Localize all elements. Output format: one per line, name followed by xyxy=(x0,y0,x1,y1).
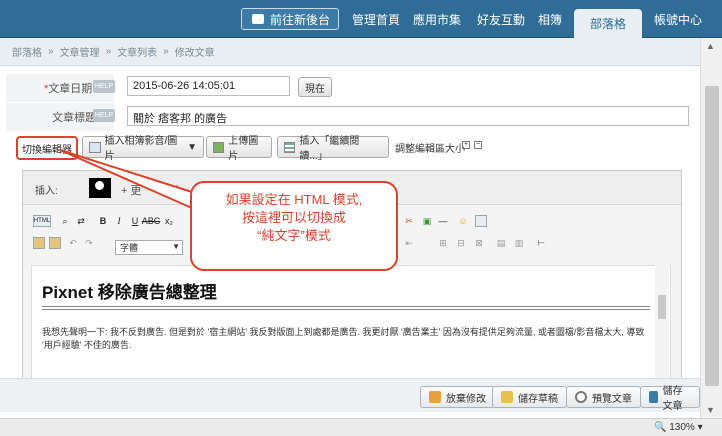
callout-box: 如果設定在 HTML 模式, 按這裡可以切換成 “純文字”模式 xyxy=(190,181,398,271)
save-draft-label: 儲存草稿 xyxy=(518,393,558,405)
action-bar: 放棄修改 儲存草稿 預覽文章 儲存文章 xyxy=(0,378,700,412)
content-paragraph: 我想先聲明一下: 我不反對廣告. 但是對於 '宿主網站' 我反對版面上到處都是廣… xyxy=(42,327,645,350)
callout-arrow xyxy=(59,149,193,210)
callout-pointer xyxy=(59,149,194,210)
scroll-down-icon[interactable]: ▼ xyxy=(706,405,715,415)
anchor-icon[interactable]: ⊢ xyxy=(535,237,547,249)
nav-link-friends[interactable]: 好友互動 xyxy=(477,11,525,28)
date-field[interactable]: 2015-06-26 14:05:01 xyxy=(127,76,290,96)
backend-icon xyxy=(252,14,264,24)
date-label-text: 文章日期 xyxy=(48,83,93,95)
callout-line-3: “純文字”模式 xyxy=(257,228,331,243)
now-button[interactable]: 現在 xyxy=(298,77,332,97)
unlink-icon[interactable]: ✂ xyxy=(403,215,415,227)
editor-content-area[interactable]: Pixnet 移除廣告總整理 我想先聲明一下: 我不反對廣告. 但是對於 '宿主… xyxy=(31,265,671,383)
go-new-backend-button[interactable]: 前往新後台 xyxy=(241,8,339,30)
table-merge-icon[interactable]: ▤ xyxy=(495,237,507,249)
save-draft-button[interactable]: 儲存草稿 xyxy=(492,386,567,408)
shrink-editor-icon[interactable]: − xyxy=(474,141,482,149)
upload-image-button[interactable]: 上傳圖片 xyxy=(206,136,272,162)
content-divider xyxy=(42,309,650,310)
top-nav: 前往新後台 管理首頁 應用市集 好友互動 相簿 部落格 帳號中心 xyxy=(0,0,722,38)
redo-icon[interactable]: ↷ xyxy=(83,237,95,249)
nav-tab-blog[interactable]: 部落格 xyxy=(574,9,642,38)
table-split-icon[interactable]: ▥ xyxy=(513,237,525,249)
title-label: 文章標題 xyxy=(52,112,96,124)
breadcrumb-separator-icon: » xyxy=(163,46,169,57)
save-disk-icon xyxy=(649,391,658,403)
breadcrumb-current: 修改文章 xyxy=(174,48,215,59)
discard-changes-button[interactable]: 放棄修改 xyxy=(420,386,495,408)
page-scrollbar[interactable]: ▲ ▼ xyxy=(700,38,722,418)
nav-link-album[interactable]: 相簿 xyxy=(538,11,562,28)
insert-read-more-button[interactable]: 插入「繼續閱讀...」 xyxy=(277,136,389,162)
breadcrumb-item[interactable]: 文章列表 xyxy=(117,44,157,59)
media-icon[interactable] xyxy=(475,215,487,227)
nav-link-admin-home[interactable]: 管理首頁 xyxy=(352,11,400,28)
scrollbar-thumb[interactable] xyxy=(705,86,719,386)
discard-label: 放棄修改 xyxy=(446,393,486,405)
image-upload-icon xyxy=(213,141,225,153)
undo-icon[interactable]: ↶ xyxy=(67,237,79,249)
title-help-icon[interactable]: HELP xyxy=(93,109,115,122)
discard-icon xyxy=(429,391,441,403)
upload-image-label: 上傳圖片 xyxy=(228,136,259,162)
read-more-icon xyxy=(284,141,296,153)
breadcrumb-separator-icon: » xyxy=(105,46,112,57)
content-title: Pixnet 移除廣告總整理 xyxy=(42,283,217,302)
table-insert-icon[interactable]: ⊞ xyxy=(437,237,449,249)
go-new-backend-label: 前往新後台 xyxy=(270,12,331,27)
outdent-icon[interactable]: ⇤ xyxy=(403,237,415,249)
editor-scrollbar[interactable] xyxy=(655,265,669,383)
insert-image-icon[interactable]: ▣ xyxy=(421,215,433,227)
font-family-select[interactable]: 字體 ▼ xyxy=(115,240,183,255)
magnifier-icon xyxy=(575,391,587,403)
chevron-down-icon: ▼ xyxy=(172,242,180,251)
editor-scrollbar-thumb[interactable] xyxy=(658,295,666,319)
scroll-up-icon[interactable]: ▲ xyxy=(706,41,715,51)
horizontal-rule-icon[interactable]: — xyxy=(437,215,449,227)
table-row-icon[interactable]: ⊟ xyxy=(455,237,467,249)
adjust-editor-size-label: 調整編輯區大小 xyxy=(395,144,465,155)
emoticon-icon[interactable]: ☺ xyxy=(457,215,469,227)
preview-button[interactable]: 預覽文章 xyxy=(566,386,641,408)
table-col-icon[interactable]: ⊠ xyxy=(473,237,485,249)
paste-icon[interactable] xyxy=(33,237,45,249)
callout-line-1: 如果設定在 HTML 模式, xyxy=(225,192,363,207)
zoom-value: 130% xyxy=(669,422,695,433)
enlarge-editor-icon[interactable]: + xyxy=(462,141,470,149)
date-label: *文章日期 xyxy=(44,80,92,96)
save-article-label: 儲存文章 xyxy=(662,386,683,412)
status-bar: 🔍 130% ▾ xyxy=(0,418,722,436)
draft-icon xyxy=(501,391,513,403)
nav-link-app-market[interactable]: 應用市集 xyxy=(413,11,461,28)
html-mode-icon[interactable]: HTML xyxy=(33,215,51,227)
breadcrumb-item[interactable]: 部落格 xyxy=(12,44,42,59)
content-divider xyxy=(42,306,650,307)
zoom-level[interactable]: 🔍 130% ▾ xyxy=(654,422,703,433)
font-family-value: 字體 xyxy=(120,243,139,253)
breadcrumb: 部落格 » 文章管理 » 文章列表 » 修改文章 xyxy=(0,38,700,66)
nav-link-account[interactable]: 帳號中心 xyxy=(654,11,702,28)
insert-label: 插入: xyxy=(35,186,58,197)
title-field[interactable]: 關於 痞客邦 的廣告 xyxy=(127,106,689,126)
save-article-button[interactable]: 儲存文章 xyxy=(640,386,700,412)
date-help-icon[interactable]: HELP xyxy=(93,80,115,93)
preview-label: 預覽文章 xyxy=(592,393,632,405)
paste-text-icon[interactable] xyxy=(49,237,61,249)
callout-line-2: 按這裡可以切換成 xyxy=(241,210,346,225)
insert-read-more-label: 插入「繼續閱讀...」 xyxy=(299,136,360,162)
breadcrumb-separator-icon: » xyxy=(48,46,54,57)
breadcrumb-item[interactable]: 文章管理 xyxy=(60,44,100,59)
